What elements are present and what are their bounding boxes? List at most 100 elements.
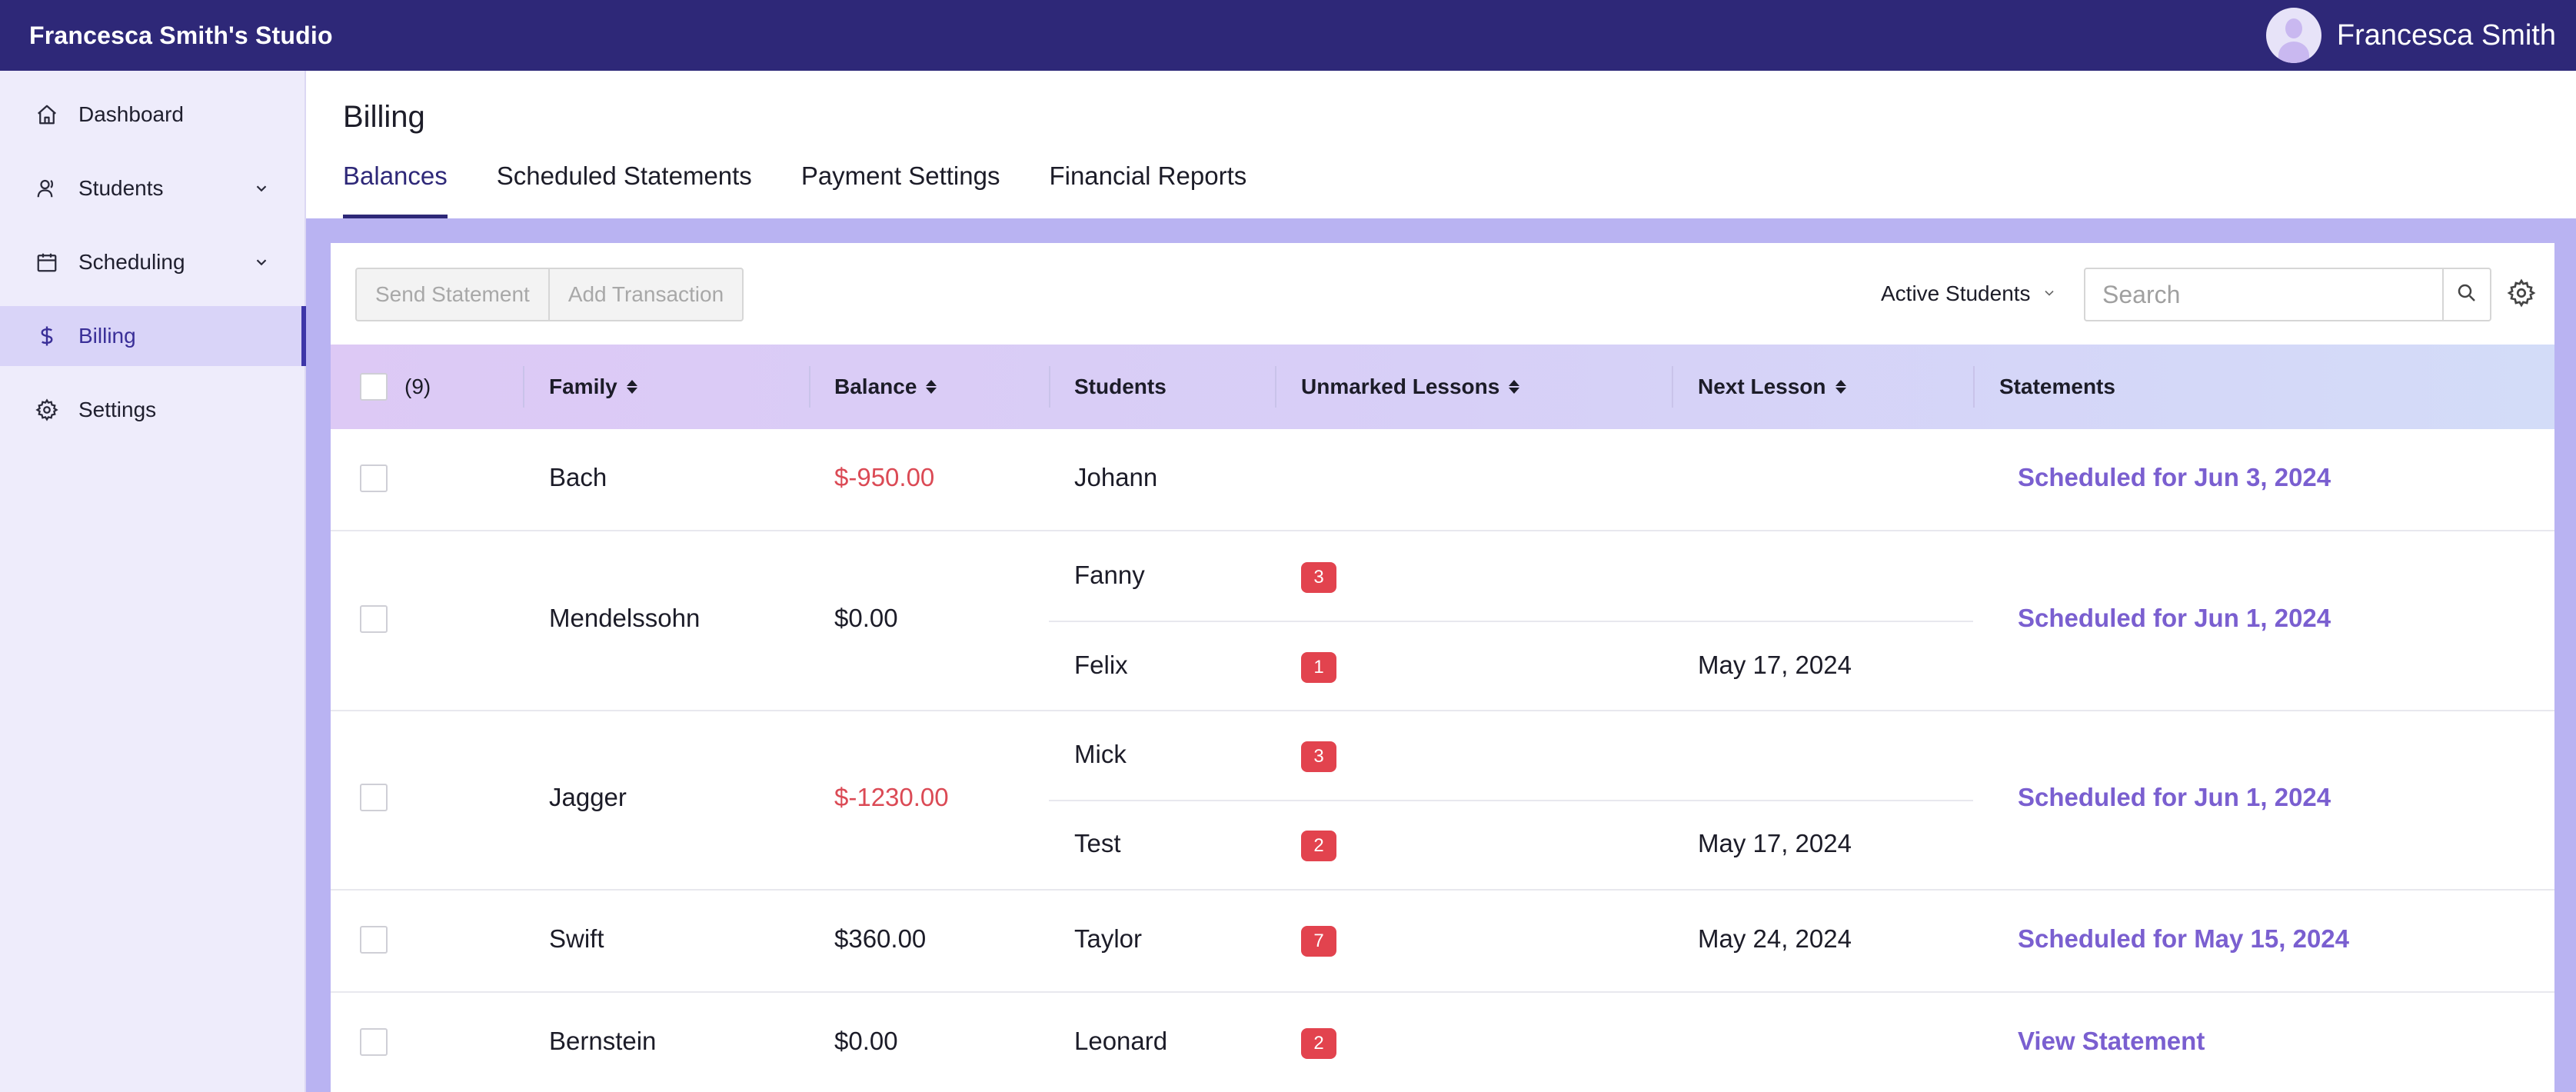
unmarked-lessons-badge[interactable]: 7	[1301, 926, 1336, 957]
family-name: Swift	[549, 924, 604, 953]
family-name: Jagger	[549, 783, 627, 811]
column-divider	[809, 366, 810, 408]
sidebar-item-label: Scheduling	[78, 250, 185, 274]
column-header-statements: Statements	[1999, 345, 2115, 429]
column-header-next-lesson[interactable]: Next Lesson	[1698, 345, 1846, 429]
student-name: Felix	[1074, 651, 1128, 679]
studio-name[interactable]: Francesca Smith's Studio	[29, 22, 333, 50]
tab-financial-reports[interactable]: Financial Reports	[1049, 155, 1246, 218]
table-header: (9) Family Balance Students Unmarked Les…	[331, 345, 2554, 429]
page-title: Billing	[343, 100, 425, 134]
column-divider	[1672, 366, 1673, 408]
home-icon	[34, 102, 60, 128]
next-lesson-date: May 17, 2024	[1698, 829, 1852, 857]
column-header-family[interactable]: Family	[549, 345, 637, 429]
top-bar: Francesca Smith's Studio Francesca Smith	[0, 0, 2576, 71]
unmarked-lessons-badge[interactable]: 3	[1301, 741, 1336, 772]
unmarked-lessons-badge[interactable]: 2	[1301, 1028, 1336, 1059]
sort-icon	[626, 380, 637, 394]
user-name[interactable]: Francesca Smith	[2337, 19, 2556, 52]
add-transaction-button[interactable]: Add Transaction	[547, 269, 742, 320]
sidebar-item-settings[interactable]: Settings	[0, 380, 305, 440]
sidebar-item-students[interactable]: Students	[0, 158, 305, 218]
select-all-checkbox[interactable]	[360, 373, 388, 401]
statement-link[interactable]: Scheduled for Jun 3, 2024	[2018, 463, 2331, 492]
family-name: Mendelssohn	[549, 604, 701, 632]
row-checkbox[interactable]	[360, 784, 388, 811]
chevron-down-icon[interactable]	[251, 251, 272, 273]
sidebar-item-scheduling[interactable]: Scheduling	[0, 232, 305, 292]
student-name: Mick	[1074, 740, 1127, 768]
tab-scheduled-statements[interactable]: Scheduled Statements	[497, 155, 752, 218]
sidebar-item-billing[interactable]: Billing	[0, 306, 306, 366]
family-name: Bernstein	[549, 1027, 657, 1055]
search-button[interactable]	[2442, 269, 2490, 320]
search-input[interactable]	[2085, 269, 2442, 320]
send-statement-button[interactable]: Send Statement	[357, 269, 548, 320]
table-row: Jagger $-1230.00 Mick 3 Test 2 May 17, 2…	[331, 711, 2554, 891]
balance-value: $-950.00	[834, 463, 935, 491]
balances-card: Send Statement Add Transaction Active St…	[331, 243, 2554, 1092]
chevron-down-icon[interactable]	[251, 178, 272, 199]
column-header-label: Family	[549, 375, 617, 398]
family-name: Bach	[549, 463, 607, 491]
user-menu[interactable]: Francesca Smith	[2265, 8, 2556, 63]
statement-link[interactable]: Scheduled for Jun 1, 2024	[2018, 783, 2331, 812]
column-header-label: Students	[1074, 375, 1167, 398]
balance-value: $-1230.00	[834, 783, 949, 811]
sidebar-item-label: Settings	[78, 398, 157, 421]
table-settings-button[interactable]	[2504, 277, 2539, 312]
row-checkbox[interactable]	[360, 605, 388, 633]
sidebar: Dashboard Students Scheduling Billing Se…	[0, 71, 306, 1092]
next-lesson-date: May 17, 2024	[1698, 651, 1852, 679]
sidebar-item-label: Students	[78, 176, 164, 200]
select-all: (9)	[360, 345, 431, 429]
select-count: (9)	[404, 375, 431, 398]
gear-icon	[2507, 278, 2536, 311]
column-header-label: Unmarked Lessons	[1301, 375, 1500, 398]
search-box	[2084, 268, 2491, 321]
row-divider	[1049, 621, 1973, 622]
row-divider	[1049, 800, 1973, 801]
toolbar: Send Statement Add Transaction Active St…	[331, 243, 2554, 345]
row-checkbox[interactable]	[360, 1028, 388, 1056]
statement-link[interactable]: View Statement	[2018, 1027, 2205, 1056]
column-header-students: Students	[1074, 345, 1167, 429]
tab-payment-settings[interactable]: Payment Settings	[801, 155, 1000, 218]
student-name: Fanny	[1074, 561, 1145, 589]
column-divider	[523, 366, 524, 408]
balance-value: $0.00	[834, 604, 898, 632]
tab-balances[interactable]: Balances	[343, 155, 448, 218]
unmarked-lessons-badge[interactable]: 1	[1301, 652, 1336, 683]
column-divider	[1049, 366, 1050, 408]
balance-value: $0.00	[834, 1027, 898, 1055]
sidebar-item-dashboard[interactable]: Dashboard	[0, 85, 305, 145]
avatar[interactable]	[2265, 8, 2321, 63]
sidebar-item-label: Billing	[78, 324, 136, 348]
student-filter-dropdown[interactable]: Active Students	[1881, 277, 2057, 311]
dollar-icon	[34, 323, 60, 349]
statement-link[interactable]: Scheduled for Jun 1, 2024	[2018, 604, 2331, 633]
column-header-unmarked-lessons[interactable]: Unmarked Lessons	[1301, 345, 1520, 429]
column-divider	[1275, 366, 1276, 408]
person-icon	[34, 175, 60, 201]
balance-value: $360.00	[834, 924, 927, 953]
statement-link[interactable]: Scheduled for May 15, 2024	[2018, 924, 2349, 954]
filter-label: Active Students	[1881, 281, 2031, 305]
calendar-icon	[34, 249, 60, 275]
sort-icon	[1835, 380, 1846, 394]
unmarked-lessons-badge[interactable]: 2	[1301, 831, 1336, 861]
column-header-label: Next Lesson	[1698, 375, 1826, 398]
sort-icon	[926, 380, 937, 394]
student-name: Taylor	[1074, 924, 1143, 953]
unmarked-lessons-badge[interactable]: 3	[1301, 562, 1336, 593]
table-row: Bach $-950.00 Johann Scheduled for Jun 3…	[331, 429, 2554, 531]
column-header-balance[interactable]: Balance	[834, 345, 937, 429]
action-button-group: Send Statement Add Transaction	[355, 268, 744, 321]
sort-icon	[1509, 380, 1520, 394]
row-checkbox[interactable]	[360, 464, 388, 492]
row-checkbox[interactable]	[360, 926, 388, 954]
next-lesson-date: May 24, 2024	[1698, 924, 1852, 953]
student-name: Test	[1074, 829, 1121, 857]
table-row: Swift $360.00 Taylor 7 May 24, 2024 Sche…	[331, 891, 2554, 993]
